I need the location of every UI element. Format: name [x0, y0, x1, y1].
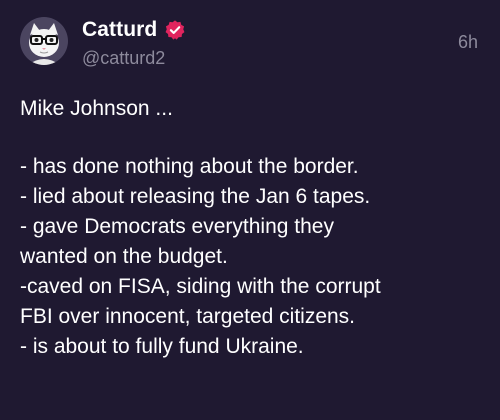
- tweet-line: - lied about releasing the Jan 6 tapes.: [20, 185, 371, 208]
- tweet-line: - has done nothing about the border.: [20, 155, 359, 178]
- verified-badge-icon: [164, 19, 186, 41]
- tweet-line: FBI over innocent, targeted citizens.: [20, 305, 356, 328]
- author-handle[interactable]: @catturd2: [82, 48, 165, 69]
- display-name[interactable]: Catturd: [82, 18, 157, 42]
- tweet-line: - gave Democrats everything they: [20, 215, 334, 238]
- tweet-line: -caved on FISA, siding with the corrupt: [20, 275, 381, 298]
- avatar[interactable]: [20, 17, 68, 65]
- tweet-card[interactable]: Catturd @catturd2 6h Mike Johnson ... - …: [0, 0, 500, 420]
- tweet-text: Mike Johnson ... - has done nothing abou…: [20, 94, 484, 362]
- tweet-line: - is about to fully fund Ukraine.: [20, 335, 304, 358]
- timestamp[interactable]: 6h: [458, 32, 478, 53]
- cat-avatar-icon: [20, 17, 68, 65]
- tweet-line: Mike Johnson ...: [20, 97, 173, 120]
- author-name-row[interactable]: Catturd: [82, 16, 186, 44]
- tweet-line: wanted on the budget.: [20, 245, 228, 268]
